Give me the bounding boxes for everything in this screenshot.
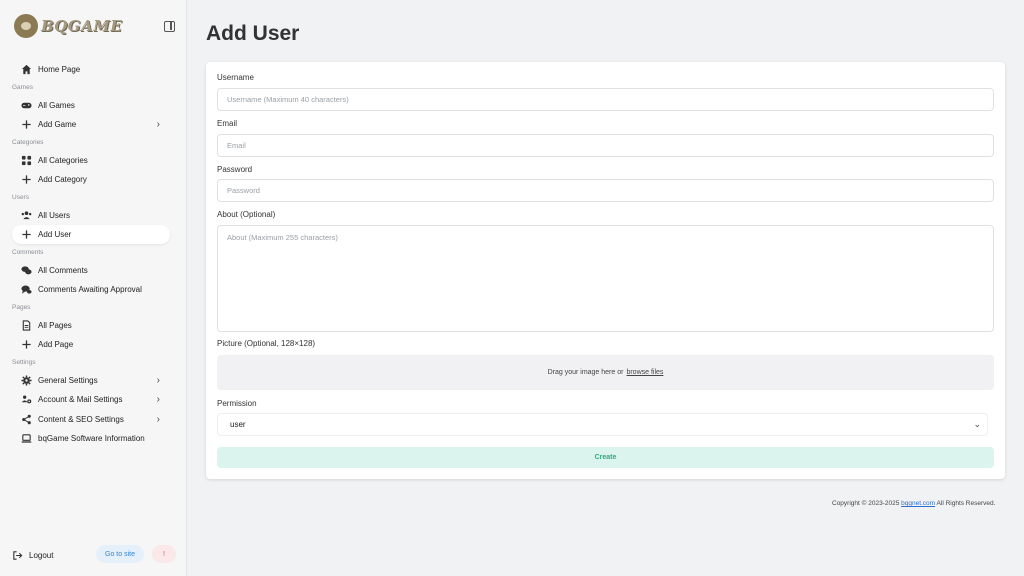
sidebar-item-comments-awaiting[interactable]: Comments Awaiting Approval (12, 280, 170, 299)
logout-icon (13, 550, 23, 560)
sidebar-item-add-user[interactable]: Add User (12, 225, 170, 244)
go-to-site-button[interactable]: Go to site (96, 545, 144, 563)
plus-icon (20, 174, 32, 186)
sidebar-item-all-pages[interactable]: All Pages (12, 316, 170, 335)
section-title-settings: Settings (12, 359, 36, 366)
about-textarea[interactable]: About (Maximum 255 characters) (217, 225, 994, 332)
sidebar-item-label: All Games (38, 100, 75, 110)
home-icon (20, 64, 32, 76)
sidebar-item-label: All Comments (38, 265, 88, 275)
add-user-form: Username Username (Maximum 40 characters… (206, 62, 1005, 479)
section-title-users: Users (12, 194, 29, 201)
about-label: About (Optional) (217, 210, 276, 219)
password-input[interactable]: Password (217, 179, 994, 202)
sidebar-item-label: Add Game (38, 120, 77, 129)
browse-files-link[interactable]: browse files (626, 369, 663, 376)
chevron-right-icon: › (156, 413, 160, 425)
chevron-right-icon: › (156, 119, 160, 130)
sidebar-item-label: Content & SEO Settings (38, 414, 124, 424)
copyright-prefix: Copyright © 2023-2025 (832, 500, 900, 507)
picture-label: Picture (Optional, 128×128) (217, 339, 316, 348)
plus-icon (20, 229, 32, 241)
create-button[interactable]: Create (217, 447, 994, 468)
page-icon (20, 319, 32, 331)
permission-label: Permission (217, 399, 257, 408)
sidebar-item-add-page[interactable]: Add Page (12, 335, 170, 354)
sidebar-item-label: General Settings (38, 375, 98, 385)
sidebar-item-label: bqGame Software Information (38, 434, 145, 443)
sidebar-item-label: All Pages (38, 320, 72, 330)
password-label: Password (217, 165, 253, 174)
sidebar-item-label: Home Page (38, 65, 81, 74)
sidebar-footer: Logout Go to site ! (12, 545, 177, 565)
alert-button[interactable]: ! (152, 545, 176, 563)
sidebar-item-label: Add Category (38, 175, 87, 184)
sidebar-item-software-info[interactable]: bqGame Software Information (12, 429, 170, 448)
picture-dropzone[interactable]: Drag your image here or browse files (217, 355, 994, 390)
sidebar: BQGAME Home Page Games All Games Add Gam… (0, 0, 187, 576)
sidebar-item-all-users[interactable]: All Users (12, 206, 170, 225)
sidebar-toggle-icon[interactable] (164, 21, 175, 32)
plus-icon (20, 339, 32, 351)
chevron-down-icon: ⌄ (973, 419, 981, 429)
dropzone-text: Drag your image here or (547, 369, 624, 376)
brand-name: BQGAME (41, 17, 123, 35)
logo-mascot-icon (14, 14, 38, 38)
comments-pending-icon (20, 284, 32, 296)
logout-button[interactable]: Logout (12, 550, 53, 561)
sidebar-item-label: All Users (38, 210, 71, 220)
sidebar-item-content-seo-settings[interactable]: Content & SEO Settings › (12, 410, 170, 429)
chevron-right-icon: › (156, 374, 160, 386)
sidebar-item-label: Add User (38, 230, 72, 239)
sidebar-item-general-settings[interactable]: General Settings › (12, 371, 170, 390)
email-label: Email (217, 119, 238, 128)
sidebar-nav: Home Page Games All Games Add Game › Cat… (12, 60, 170, 449)
page-title: Add User (206, 22, 300, 45)
users-gear-icon (20, 394, 32, 406)
chevron-right-icon: › (156, 394, 160, 405)
gear-icon (20, 374, 32, 386)
section-title-comments: Comments (12, 249, 44, 256)
permission-select[interactable]: user ⌄ (217, 413, 988, 436)
brand-logo[interactable]: BQGAME (14, 14, 122, 38)
sidebar-item-all-categories[interactable]: All Categories (12, 151, 170, 170)
section-title-games: Games (12, 84, 33, 91)
sidebar-item-home[interactable]: Home Page (12, 60, 170, 79)
logout-label: Logout (29, 550, 54, 560)
copyright: Copyright © 2023-2025 bqgnet.com All Rig… (832, 500, 995, 507)
copyright-link[interactable]: bqgnet.com (901, 500, 935, 507)
sidebar-item-label: Account & Mail Settings (38, 395, 123, 404)
comments-icon (20, 264, 32, 276)
section-title-categories: Categories (12, 139, 44, 146)
plus-icon (20, 119, 32, 131)
users-icon (20, 209, 32, 221)
sidebar-item-all-games[interactable]: All Games (12, 96, 170, 115)
username-label: Username (217, 73, 254, 82)
laptop-icon (20, 433, 32, 445)
permission-value: user (230, 420, 246, 429)
gamepad-icon (20, 99, 32, 111)
sidebar-item-all-comments[interactable]: All Comments (12, 261, 170, 280)
username-input[interactable]: Username (Maximum 40 characters) (217, 88, 994, 111)
section-title-pages: Pages (12, 304, 31, 311)
sidebar-item-add-category[interactable]: Add Category (12, 170, 170, 189)
sidebar-item-account-mail-settings[interactable]: Account & Mail Settings › (12, 390, 170, 409)
sidebar-item-add-game[interactable]: Add Game › (12, 115, 170, 134)
share-icon (20, 413, 32, 425)
sidebar-item-label: Add Page (38, 340, 74, 349)
sidebar-item-label: Comments Awaiting Approval (38, 285, 142, 294)
email-input[interactable]: Email (217, 134, 994, 157)
copyright-suffix: All Rights Reserved. (936, 500, 996, 507)
grid-icon (20, 154, 32, 166)
sidebar-item-label: All Categories (38, 155, 88, 165)
